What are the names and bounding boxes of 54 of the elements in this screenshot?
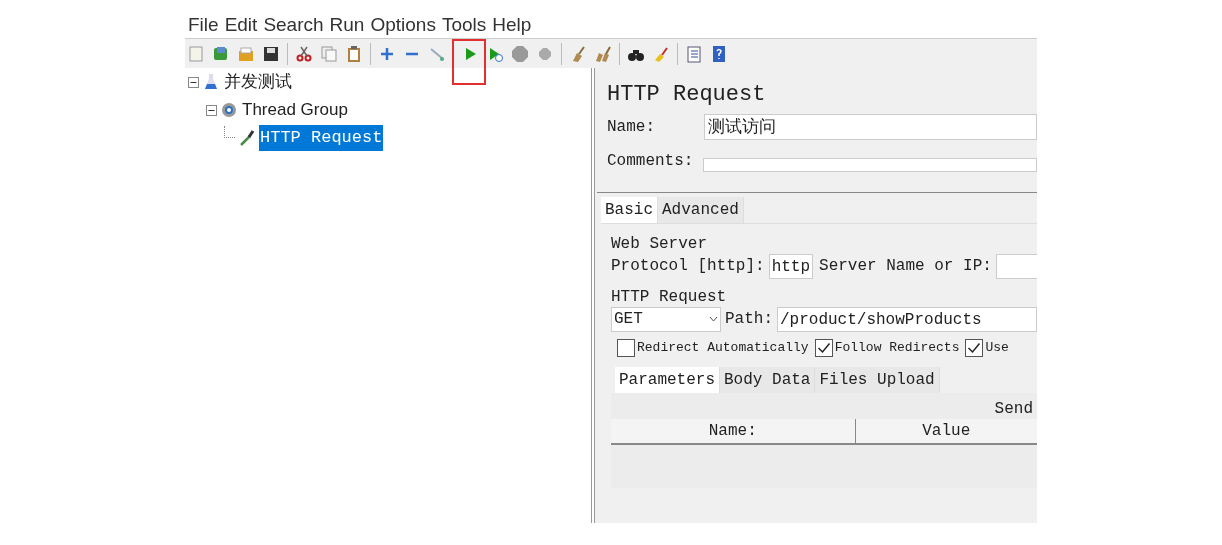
menu-item[interactable]: File (188, 10, 219, 40)
name-field[interactable]: 测试访问 (703, 114, 1037, 140)
checkbox[interactable] (965, 339, 984, 357)
protocol-field[interactable]: http (768, 253, 814, 279)
field-label: Comments: (607, 151, 694, 172)
checkbox-label: Follow Redirects (834, 339, 960, 358)
stop-icon[interactable] (511, 44, 529, 63)
flask-icon (202, 73, 220, 91)
comments-field[interactable] (703, 158, 1037, 172)
tree-item[interactable]: 并发测试 (223, 69, 293, 95)
clipboard-icon[interactable] (345, 44, 363, 63)
tree-item[interactable]: Thread Group (241, 97, 349, 123)
pipette-icon (238, 129, 256, 147)
server-field[interactable] (995, 253, 1037, 279)
collapse-icon[interactable] (188, 76, 199, 88)
checkbox-label: Redirect Automatically (637, 339, 809, 358)
help-icon[interactable] (710, 44, 728, 63)
menu-item[interactable]: Run (329, 10, 365, 40)
method-dropdown[interactable]: GET (611, 306, 721, 332)
folder-icon[interactable] (237, 44, 255, 63)
column-header[interactable]: Value (855, 419, 1037, 443)
tab[interactable]: Files Upload (815, 367, 940, 393)
tree-connector (224, 126, 235, 138)
menu-item[interactable]: Search (263, 10, 324, 40)
collapse-icon[interactable] (206, 104, 217, 116)
menu-item[interactable]: Tools (441, 10, 487, 40)
menu-item[interactable]: Help (492, 10, 532, 40)
highlight-frame (452, 38, 486, 85)
chevron-down-icon (709, 316, 718, 322)
tab[interactable]: Body Data (720, 367, 816, 393)
book-icon[interactable] (212, 44, 230, 63)
column-header[interactable]: Name: (611, 419, 856, 443)
tab[interactable]: Advanced (658, 197, 744, 223)
list-icon[interactable] (685, 44, 703, 63)
panel-title: HTTP Request (607, 81, 767, 108)
checkbox[interactable] (617, 339, 635, 357)
field-label: Server Name or IP: (819, 256, 992, 277)
field-label: Path: (725, 309, 773, 330)
table-caption: Send (993, 399, 1034, 419)
gear-icon (220, 101, 238, 119)
scissors-icon[interactable] (295, 44, 313, 63)
field-label: Name: (607, 117, 656, 138)
tab[interactable]: Basic (601, 197, 658, 223)
checkbox[interactable] (814, 339, 833, 357)
group-title: HTTP Request (611, 287, 728, 305)
checkbox-label: Use (985, 339, 1009, 358)
tree-item[interactable]: HTTP Request (259, 125, 384, 151)
field-label: Protocol [http]: (611, 256, 765, 277)
brooms-icon[interactable] (594, 44, 612, 63)
tab[interactable]: Parameters (615, 367, 720, 393)
menu-item[interactable]: Edit (224, 10, 258, 40)
group-title: Web Server (611, 234, 708, 252)
path-field[interactable]: /product/showProducts (777, 306, 1037, 332)
menu-item[interactable]: Options (370, 10, 436, 40)
